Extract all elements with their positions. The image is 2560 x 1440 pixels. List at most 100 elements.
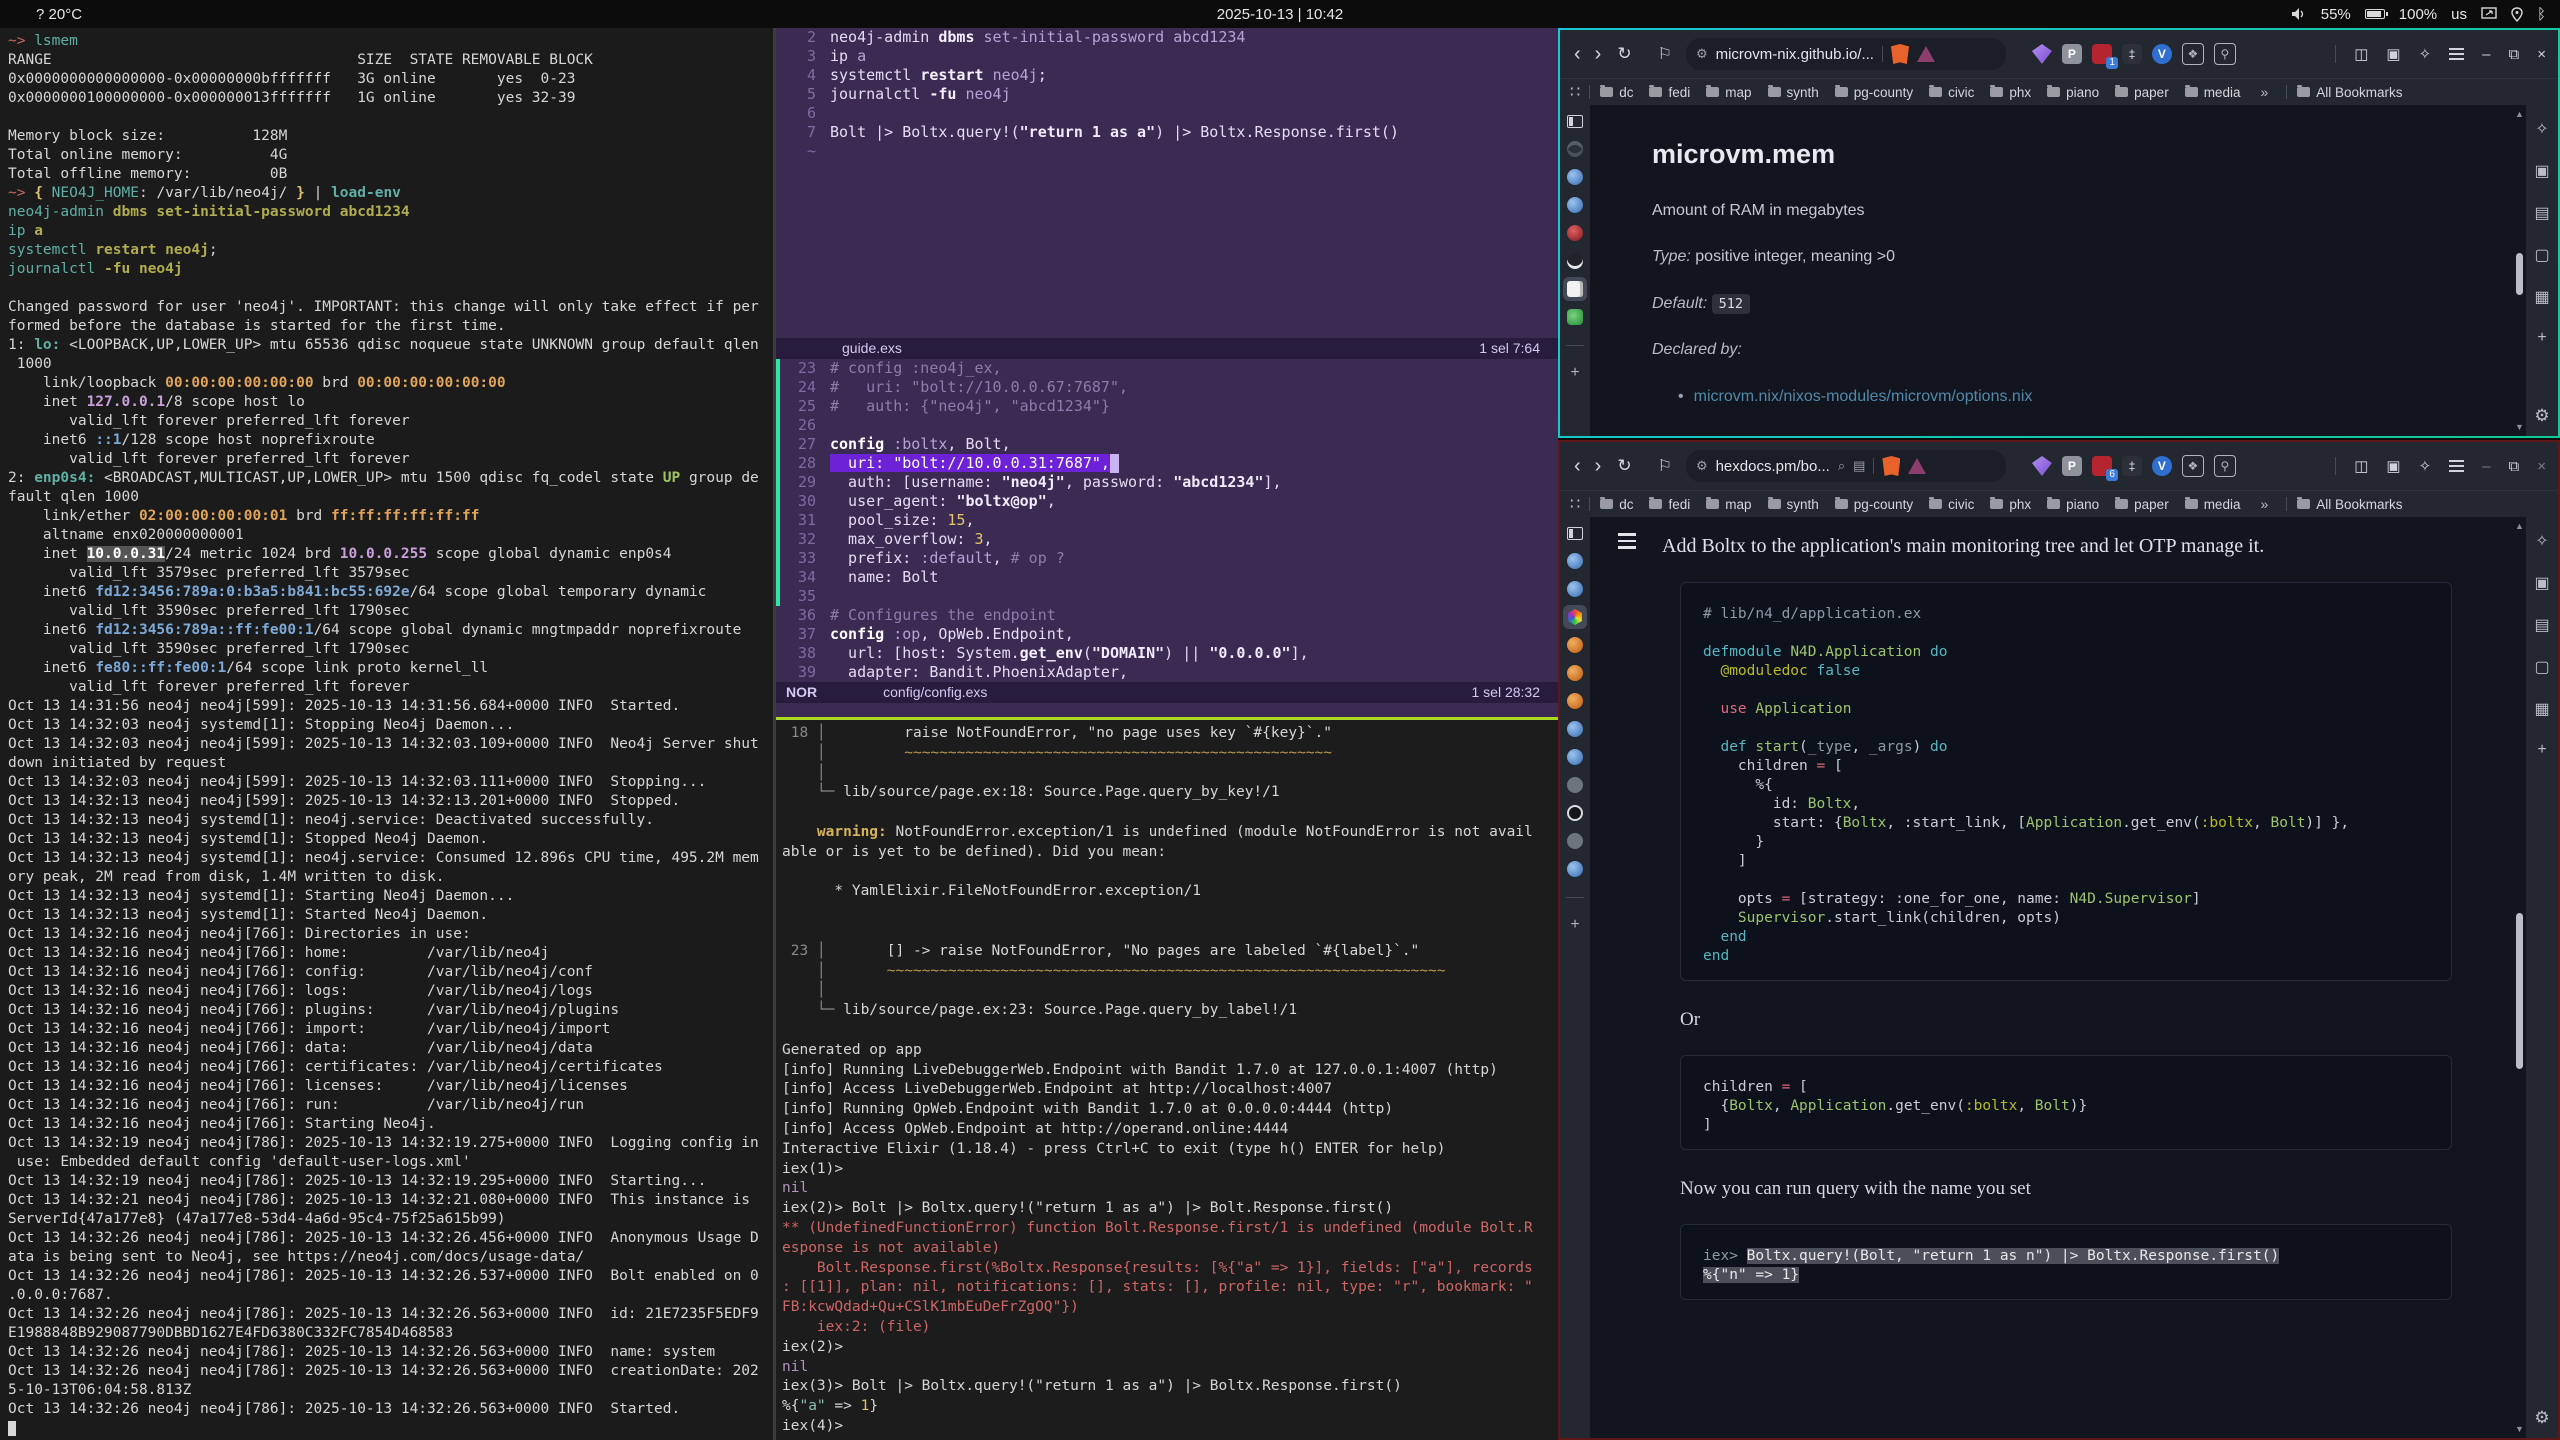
container-search-icon[interactable]: ⚲: [2214, 455, 2236, 477]
v-extension-icon[interactable]: V: [2152, 456, 2172, 476]
table-tool-icon[interactable]: ▦: [2534, 699, 2549, 719]
editor-line[interactable]: 34 name: Bolt: [776, 568, 1558, 587]
editor-line[interactable]: 4systemctl restart neo4j;: [776, 66, 1558, 85]
options-source-link[interactable]: microvm.nix/nixos-modules/microvm/option…: [1694, 388, 2033, 405]
editor-line[interactable]: 23# config :neo4j_ex,: [776, 359, 1558, 378]
bookmark-folder-phx[interactable]: phx: [1990, 85, 2031, 100]
bookmark-icon[interactable]: ⚐: [1658, 44, 1672, 64]
bookmark-folder-media[interactable]: media: [2185, 497, 2241, 512]
bookmark-folder-dc[interactable]: dc: [1600, 497, 1633, 512]
wallet-tool-icon[interactable]: ▤: [2534, 203, 2549, 223]
editor-line[interactable]: 31 pool_size: 15,: [776, 511, 1558, 530]
editor-line[interactable]: 25# auth: {"neo4j", "abcd1234"}: [776, 397, 1558, 416]
pin-extension-icon[interactable]: 1: [2092, 44, 2112, 64]
bookmark-folder-civic[interactable]: civic: [1929, 85, 1974, 100]
all-bookmarks[interactable]: All Bookmarks: [2297, 85, 2402, 100]
close-button[interactable]: ×: [2537, 458, 2546, 475]
url-bar[interactable]: ⚙ hexdocs.pm/bo... ⌕ ▤: [1686, 450, 2006, 482]
table-tool-icon[interactable]: ▦: [2534, 287, 2549, 307]
editor-pane-guide[interactable]: 2neo4j-admin dbms set-initial-password a…: [776, 28, 1558, 338]
editor-line[interactable]: ~: [776, 142, 1558, 161]
sparkle-icon[interactable]: ✧: [2419, 45, 2432, 63]
page-menu-icon[interactable]: [1618, 533, 1636, 553]
gem-extension-icon[interactable]: [2032, 456, 2052, 476]
tab-favicon-book[interactable]: [1563, 277, 1587, 301]
editor-line[interactable]: 5journalctl -fu neo4j: [776, 85, 1558, 104]
bookmark-folder-civic[interactable]: civic: [1929, 497, 1974, 512]
extensions-puzzle-icon[interactable]: ❖: [2182, 43, 2204, 65]
tab-favicon-orange[interactable]: [1563, 661, 1587, 685]
site-settings-icon[interactable]: ⚙: [1696, 46, 1708, 62]
tab-favicon-orange[interactable]: [1563, 689, 1587, 713]
menu-button[interactable]: [2449, 460, 2464, 472]
extensions-puzzle-icon[interactable]: ❖: [2182, 455, 2204, 477]
tab-favicon-blue[interactable]: [1563, 577, 1587, 601]
back-button[interactable]: ‹: [1574, 43, 1581, 66]
reader-mode-icon[interactable]: ▤: [1853, 458, 1865, 474]
editor-line[interactable]: 24# uri: "bolt://10.0.0.67:7687",: [776, 378, 1558, 397]
kanji-extension-icon[interactable]: ‡: [2122, 456, 2142, 476]
screenshot-tool-icon[interactable]: ▣: [2534, 161, 2549, 181]
editor-line[interactable]: 39 adapter: Bandit.PhoenixAdapter,: [776, 663, 1558, 682]
bookmark-folder-pg-county[interactable]: pg-county: [1835, 497, 1913, 512]
close-button[interactable]: ×: [2537, 46, 2546, 63]
bookmark-folder-map[interactable]: map: [1706, 85, 1751, 100]
tab-favicon-hex[interactable]: [1563, 605, 1587, 629]
scrollbar-thumb[interactable]: [2516, 913, 2523, 1069]
p-extension-icon[interactable]: P: [2062, 456, 2082, 476]
bluetooth-icon[interactable]: ᛒ: [2537, 5, 2546, 23]
scroll-up-arrow[interactable]: ▲: [2515, 521, 2524, 531]
v-extension-icon[interactable]: V: [2152, 44, 2172, 64]
sidebar-toggle-icon[interactable]: ◫: [2354, 45, 2368, 63]
tab-favicon-grey[interactable]: [1563, 829, 1587, 853]
add-tool-icon[interactable]: +: [2537, 741, 2546, 759]
editor-line[interactable]: 3ip a: [776, 47, 1558, 66]
code-block-iex[interactable]: iex> Boltx.query!(Bolt, "return 1 as n")…: [1680, 1224, 2452, 1300]
vpn-triangle-icon[interactable]: [1908, 458, 1926, 474]
tab-favicon-cup[interactable]: [1563, 305, 1587, 329]
editor-line[interactable]: 26: [776, 416, 1558, 435]
reader-tool-icon[interactable]: ▢: [2534, 657, 2549, 677]
bookmark-folder-dc[interactable]: dc: [1600, 85, 1633, 100]
editor-line[interactable]: 35: [776, 587, 1558, 606]
bookmark-folder-media[interactable]: media: [2185, 85, 2241, 100]
editor-line[interactable]: 2neo4j-admin dbms set-initial-password a…: [776, 28, 1558, 47]
editor-line[interactable]: 27config :boltx, Bolt,: [776, 435, 1558, 454]
bookmark-folder-fedi[interactable]: fedi: [1649, 85, 1690, 100]
kanji-extension-icon[interactable]: ‡: [2122, 44, 2142, 64]
tab-favicon-blue[interactable]: [1563, 857, 1587, 881]
editor-line[interactable]: 32 max_overflow: 3,: [776, 530, 1558, 549]
bookmark-folder-map[interactable]: map: [1706, 497, 1751, 512]
bookmark-folder-pg-county[interactable]: pg-county: [1835, 85, 1913, 100]
all-bookmarks[interactable]: All Bookmarks: [2297, 497, 2402, 512]
editor-line[interactable]: 30 user_agent: "boltx@op",: [776, 492, 1558, 511]
screenshare-icon[interactable]: [2481, 7, 2497, 21]
terminal-left[interactable]: ~> lsmemRANGE SIZE STATE REMOVABLE BLOCK…: [0, 28, 773, 1440]
add-tool-icon[interactable]: +: [2537, 329, 2546, 347]
scroll-down-arrow[interactable]: ▼: [2515, 1424, 2524, 1434]
brave-shield-icon[interactable]: [1891, 44, 1909, 64]
bookmark-folder-synth[interactable]: synth: [1768, 497, 1819, 512]
zoom-icon[interactable]: ⌕: [1838, 458, 1845, 474]
tab-favicon-panel[interactable]: [1563, 109, 1587, 133]
sidebar-toggle-icon[interactable]: ◫: [2354, 457, 2368, 475]
gem-extension-icon[interactable]: [2032, 44, 2052, 64]
code-block-application[interactable]: # lib/n4_d/application.ex defmodule N4D.…: [1680, 582, 2452, 981]
reload-button[interactable]: ↻: [1617, 44, 1631, 64]
keyboard-layout[interactable]: us: [2451, 6, 2467, 23]
editor-line[interactable]: 29 auth: [username: "neo4j", password: "…: [776, 473, 1558, 492]
forward-button[interactable]: ›: [1595, 455, 1602, 478]
wallet-icon[interactable]: ▣: [2386, 45, 2400, 63]
tab-favicon-blue[interactable]: [1563, 549, 1587, 573]
scrollbar[interactable]: ▲ ▼: [2514, 517, 2526, 1438]
terminal-iex[interactable]: 18 │ raise NotFoundError, "no page uses …: [776, 720, 1558, 1440]
container-search-icon[interactable]: ⚲: [2214, 43, 2236, 65]
bookmark-folder-piano[interactable]: piano: [2047, 85, 2099, 100]
editor-pane-config[interactable]: 23# config :neo4j_ex,24# uri: "bolt://10…: [776, 359, 1558, 682]
bookmark-folder-paper[interactable]: paper: [2115, 497, 2169, 512]
bookmark-folder-synth[interactable]: synth: [1768, 85, 1819, 100]
bookmarks-overflow-chevron[interactable]: »: [2260, 84, 2268, 100]
url-text[interactable]: microvm-nix.github.io/...: [1716, 46, 1874, 63]
wallet-icon[interactable]: ▣: [2386, 457, 2400, 475]
new-tab-button[interactable]: +: [1563, 913, 1587, 937]
